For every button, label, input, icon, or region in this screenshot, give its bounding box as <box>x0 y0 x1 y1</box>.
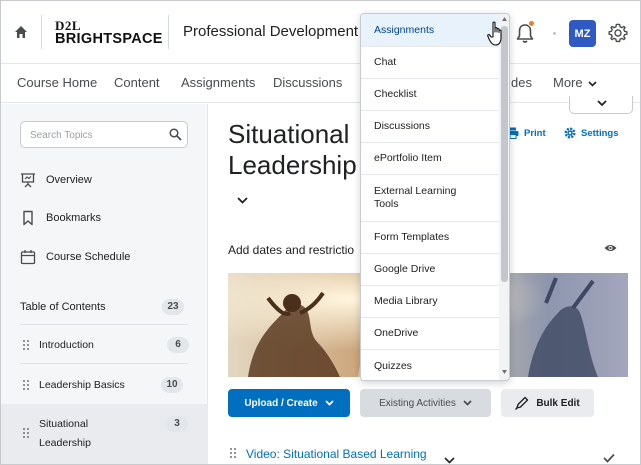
menu-item-assignments[interactable]: Assignments <box>361 14 499 47</box>
chevron-down-icon <box>588 80 597 87</box>
bookmark-icon <box>23 210 33 226</box>
content-sidebar: Overview Bookmarks Course Schedule Table… <box>1 104 208 464</box>
nav-more-label: More <box>553 75 583 90</box>
settings-button[interactable]: Settings <box>564 127 618 139</box>
module-label-line1: Situational <box>39 418 89 430</box>
toc-label: Table of Contents <box>20 301 106 313</box>
nav-content[interactable]: Content <box>114 75 160 90</box>
gear-icon <box>564 127 576 139</box>
calendar-icon <box>20 250 36 265</box>
bulk-edit-button[interactable]: Bulk Edit <box>501 389 594 417</box>
bulk-edit-label: Bulk Edit <box>536 397 580 409</box>
sidebar-item-course-schedule[interactable]: Course Schedule <box>20 246 130 268</box>
scroll-down-icon[interactable] <box>502 370 507 374</box>
menu-item-discussions[interactable]: Discussions <box>361 111 499 143</box>
search-topics-box <box>20 121 188 148</box>
avatar[interactable]: MZ <box>569 20 596 47</box>
pencil-icon <box>515 396 529 410</box>
brightspace-logo[interactable]: D2L BRIGHTSPACE <box>55 18 162 48</box>
nav-course-home[interactable]: Course Home <box>17 75 97 90</box>
nav-more[interactable]: More <box>553 75 597 90</box>
divider <box>20 363 188 364</box>
chevron-down-icon[interactable] <box>237 197 248 204</box>
menu-item-eportfolio[interactable]: ePortfolio Item <box>361 143 499 175</box>
settings-label: Settings <box>581 127 619 139</box>
drag-handle-icon[interactable] <box>23 340 29 350</box>
page-title-line1: Situational <box>228 119 350 149</box>
chevron-down-icon[interactable] <box>444 457 455 464</box>
hand-cursor-icon <box>487 21 502 46</box>
module-count-badge: 6 <box>167 337 189 353</box>
upload-create-label: Upload / Create <box>244 397 318 409</box>
drag-handle-icon[interactable] <box>230 448 236 458</box>
page-title-line2: Leadership <box>228 150 357 180</box>
add-dates-restrictions-link[interactable]: Add dates and restrictio <box>228 243 354 257</box>
checkmark-icon <box>603 453 615 463</box>
course-navbar: Course Home Content Assignments Discussi… <box>1 63 640 103</box>
top-header: D2L BRIGHTSPACE Professional Development… <box>1 1 640 63</box>
app-window: D2L BRIGHTSPACE Professional Development… <box>0 0 641 465</box>
eye-icon[interactable] <box>604 243 617 253</box>
menu-item-quizzes[interactable]: Quizzes <box>361 350 499 380</box>
toc-count-badge: 23 <box>162 299 184 315</box>
drag-handle-icon[interactable] <box>23 380 29 390</box>
menu-item-external-tools[interactable]: External Learning Tools <box>361 175 499 222</box>
search-input[interactable] <box>30 126 160 144</box>
course-title[interactable]: Professional Development <box>183 23 358 40</box>
search-icon[interactable] <box>169 128 182 141</box>
module-situational-leadership[interactable]: Situational Leadership 3 <box>1 404 208 464</box>
separator-dot <box>553 32 556 35</box>
divider <box>20 324 188 325</box>
menu-item-chat[interactable]: Chat <box>361 47 499 79</box>
table-of-contents[interactable]: Table of Contents 23 <box>20 299 188 315</box>
menu-item-google-drive[interactable]: Google Drive <box>361 254 499 286</box>
menu-item-media-library[interactable]: Media Library <box>361 286 499 318</box>
existing-activities-button[interactable]: Existing Activities <box>360 389 491 417</box>
nav-grades[interactable]: des <box>511 75 532 90</box>
chevron-down-icon <box>597 100 607 107</box>
module-label: Leadership Basics <box>39 379 125 391</box>
home-icon[interactable] <box>14 25 28 39</box>
topic-link[interactable]: Video: Situational Based Learning <box>246 447 427 461</box>
collapse-toggle[interactable] <box>569 96 633 114</box>
presentation-icon <box>21 173 35 188</box>
chevron-down-icon <box>325 400 334 406</box>
logo-line2: BRIGHTSPACE <box>55 31 163 47</box>
add-activity-menu: Assignments Chat Checklist Discussions e… <box>360 13 510 381</box>
module-label-line2: Leadership <box>39 437 91 449</box>
menu-item-onedrive[interactable]: OneDrive <box>361 318 499 350</box>
sidebar-item-bookmarks[interactable]: Bookmarks <box>20 207 101 229</box>
page-title: Situational Leadership <box>228 119 368 181</box>
sidebar-item-label: Overview <box>46 174 92 186</box>
scrollbar-thumb[interactable] <box>501 26 508 282</box>
gear-icon[interactable] <box>607 22 629 44</box>
sidebar-item-overview[interactable]: Overview <box>20 169 92 191</box>
menu-item-checklist[interactable]: Checklist <box>361 79 499 111</box>
sidebar-item-label: Bookmarks <box>46 212 102 224</box>
existing-activities-label: Existing Activities <box>379 397 456 409</box>
menu-item-form-templates[interactable]: Form Templates <box>361 222 499 254</box>
drag-handle-icon[interactable] <box>23 428 29 438</box>
sidebar-item-label: Course Schedule <box>46 251 131 263</box>
print-button[interactable]: Print <box>507 127 546 139</box>
nav-assignments[interactable]: Assignments <box>181 75 255 90</box>
header-divider <box>41 15 42 49</box>
header-divider <box>168 15 169 49</box>
module-count-badge: 10 <box>161 377 183 393</box>
menu-scrollbar[interactable] <box>499 14 509 380</box>
module-label: Introduction <box>39 339 94 351</box>
upload-create-button[interactable]: Upload / Create <box>228 389 350 417</box>
nav-discussions[interactable]: Discussions <box>273 75 342 90</box>
print-label: Print <box>524 127 546 139</box>
notification-dot <box>528 20 535 27</box>
module-count-badge: 3 <box>166 416 188 432</box>
chevron-down-icon <box>463 400 472 406</box>
